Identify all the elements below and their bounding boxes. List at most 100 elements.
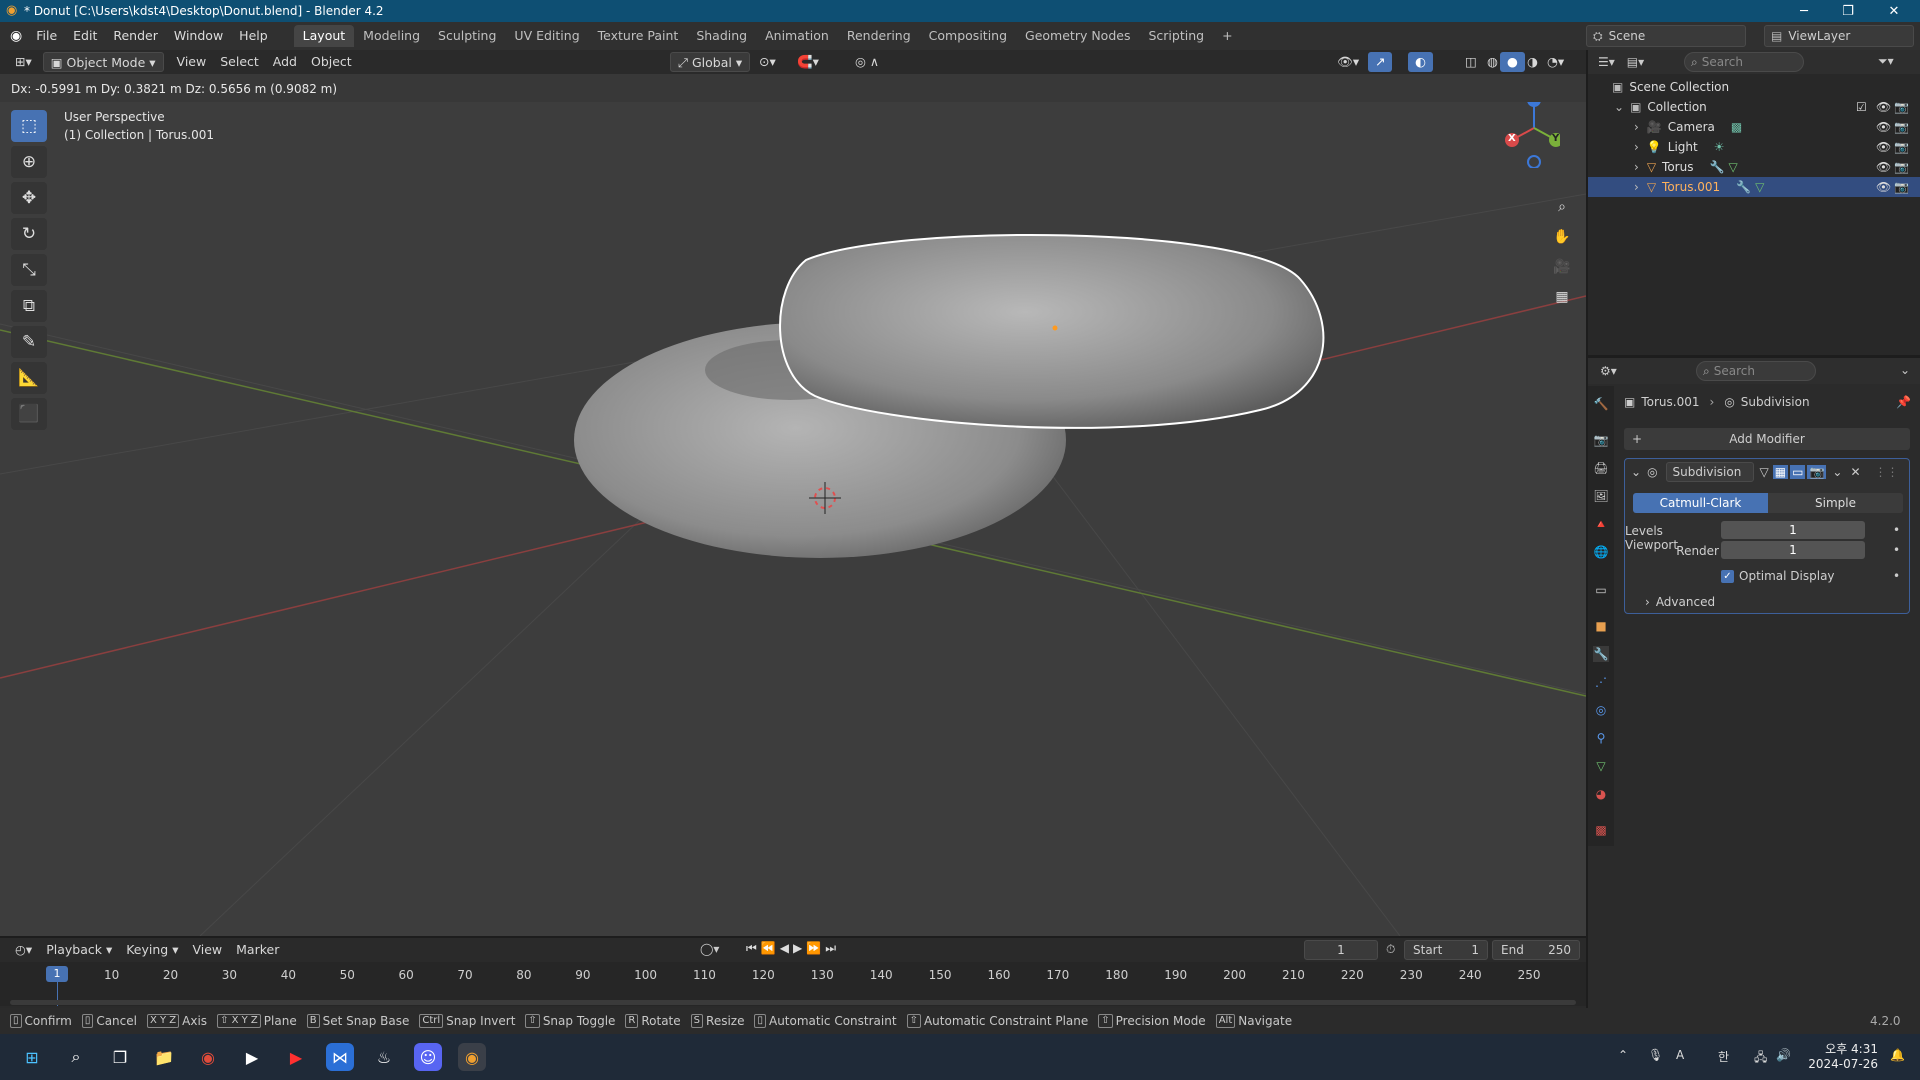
viewport-menu-add[interactable]: Add — [266, 52, 304, 72]
light-render-icon[interactable]: 📷 — [1894, 140, 1909, 154]
expand-arrow-icon[interactable]: › — [1634, 180, 1639, 194]
timeline-menu-view[interactable]: View — [185, 940, 229, 960]
add-modifier-button[interactable]: + Add Modifier — [1624, 428, 1910, 450]
task-view-icon[interactable]: ❐ — [106, 1043, 134, 1071]
physics-tab-icon[interactable]: ◎ — [1593, 702, 1609, 718]
display-mode-icon[interactable]: ▤▾ — [1627, 55, 1644, 69]
tab-modeling[interactable]: Modeling — [354, 25, 429, 47]
render-levels-field[interactable]: 1 — [1721, 541, 1865, 559]
gizmo-toggle-icon[interactable]: ↗ — [1368, 52, 1393, 72]
outliner-item-light[interactable]: › 💡 Light ☀ 👁 📷 — [1588, 137, 1920, 157]
remove-modifier-icon[interactable]: ✕ — [1850, 465, 1860, 479]
jump-end-icon[interactable]: ⏭ — [825, 941, 840, 955]
search-icon[interactable]: ⌕ — [62, 1043, 90, 1071]
youtube-music-icon[interactable]: ▶ — [282, 1043, 310, 1071]
menu-window[interactable]: Window — [166, 22, 231, 50]
collection-checkbox-icon[interactable]: ☑ — [1856, 100, 1867, 114]
keyframe-dot-icon[interactable]: • — [1893, 523, 1900, 537]
pivot-icon[interactable]: ⊙▾ — [752, 52, 783, 72]
volume-icon[interactable]: 🔊 — [1776, 1048, 1791, 1062]
tab-texture-paint[interactable]: Texture Paint — [589, 25, 688, 47]
add-workspace-button[interactable]: + — [1213, 25, 1241, 47]
modifier-name-field[interactable]: Subdivision — [1665, 462, 1754, 482]
clock-date[interactable]: 2024-07-26 — [1808, 1057, 1878, 1071]
viewlayer-selector[interactable]: ▤ ViewLayer — [1764, 25, 1914, 47]
blender-taskbar-icon[interactable]: ◉ — [458, 1043, 486, 1071]
overlay-toggle-icon[interactable]: ◐ — [1408, 52, 1433, 72]
viewport-menu-select[interactable]: Select — [213, 52, 266, 72]
play-icon[interactable]: ▶ — [793, 941, 806, 955]
input-lang-label[interactable]: A — [1676, 1048, 1684, 1062]
pin-icon[interactable]: 📌 — [1896, 395, 1911, 409]
tab-animation[interactable]: Animation — [756, 25, 838, 47]
viewport-menu-view[interactable]: View — [170, 52, 214, 72]
end-frame-field[interactable]: End 250 — [1492, 940, 1580, 960]
expand-chevron-icon[interactable]: ⌄ — [1614, 100, 1624, 114]
windows-start-icon[interactable]: ⊞ — [18, 1043, 46, 1071]
scene-selector[interactable]: ⛭ Scene — [1586, 25, 1746, 47]
stopwatch-icon[interactable]: ⏱ — [1386, 942, 1395, 957]
view-layer-tab-icon[interactable]: 🖼 — [1593, 488, 1609, 504]
properties-options-icon[interactable]: ⌄ — [1900, 363, 1910, 377]
network-icon[interactable]: 🖧 — [1754, 1048, 1767, 1069]
clock-time[interactable]: 오후 4:31 — [1812, 1040, 1878, 1057]
catmull-clark-button[interactable]: Catmull-Clark — [1633, 493, 1768, 513]
edit-mode-icon[interactable]: ▦ — [1772, 465, 1789, 479]
timeline-editor-icon[interactable]: ◴▾ — [8, 940, 39, 960]
render-modifier-icon[interactable]: 📷 — [1807, 465, 1827, 479]
steam-icon[interactable]: ♨ — [370, 1043, 398, 1071]
orientation-dropdown[interactable]: ⤢ Global ▾ — [670, 52, 751, 72]
camera-view-icon[interactable]: 🎥 — [1549, 254, 1575, 280]
add-cube-tool-icon[interactable]: ⬛ — [11, 398, 47, 430]
menu-render[interactable]: Render — [105, 22, 166, 50]
minimize-button[interactable]: ─ — [1782, 0, 1826, 22]
advanced-subpanel[interactable]: › Advanced — [1645, 593, 1715, 611]
visibility-icon[interactable]: 👁▾ — [1330, 52, 1366, 72]
menu-file[interactable]: File — [28, 22, 65, 50]
tab-scripting[interactable]: Scripting — [1139, 25, 1213, 47]
tab-compositing[interactable]: Compositing — [920, 25, 1016, 47]
move-tool-icon[interactable]: ✥ — [11, 182, 47, 214]
optimal-display-checkbox[interactable]: ✓ — [1721, 569, 1734, 583]
particles-tab-icon[interactable]: ⋰ — [1593, 674, 1609, 690]
torus-render-icon[interactable]: 📷 — [1894, 160, 1909, 174]
prev-key-icon[interactable]: ⏪ — [761, 941, 780, 955]
tab-rendering[interactable]: Rendering — [838, 25, 920, 47]
maximize-button[interactable]: ❐ — [1826, 0, 1870, 22]
keyframe-dot-icon[interactable]: • — [1893, 543, 1900, 557]
play-reverse-icon[interactable]: ◀ — [780, 941, 793, 955]
auto-keying-icon[interactable]: ◯▾ — [700, 942, 719, 956]
tab-geometry-nodes[interactable]: Geometry Nodes — [1016, 25, 1139, 47]
zoom-icon[interactable]: ⌕ — [1549, 194, 1575, 220]
collection-eye-icon[interactable]: 👁 — [1876, 100, 1891, 114]
torus-eye-icon[interactable]: 👁 — [1876, 160, 1891, 174]
timeline-menu-marker[interactable]: Marker — [229, 940, 286, 960]
file-explorer-icon[interactable]: 📁 — [150, 1043, 178, 1071]
drag-handle-icon[interactable]: ⋮⋮ — [1875, 465, 1899, 479]
output-tab-icon[interactable]: 🖨 — [1593, 460, 1609, 476]
discord-icon[interactable]: ☺ — [414, 1043, 442, 1071]
ortho-grid-icon[interactable]: ▦ — [1549, 284, 1575, 310]
tool-tab-icon[interactable]: 🔨 — [1593, 396, 1609, 412]
outliner-item-torus-001[interactable]: › ▽ Torus.001 🔧 ▽ 👁 📷 — [1588, 177, 1920, 197]
properties-search-input[interactable]: ⌕ Search — [1696, 361, 1816, 381]
viewport-menu-object[interactable]: Object — [304, 52, 359, 72]
notification-icon[interactable]: 🔔 — [1890, 1048, 1905, 1062]
realtime-icon[interactable]: ▭ — [1790, 465, 1806, 479]
outliner-search-input[interactable]: ⌕ Search — [1684, 52, 1804, 72]
rendered-shading-icon[interactable]: ◔▾ — [1540, 52, 1571, 72]
object-mode-dropdown[interactable]: ▣ Object Mode ▾ — [42, 52, 164, 72]
next-key-icon[interactable]: ⏩ — [806, 941, 825, 955]
rotate-tool-icon[interactable]: ↻ — [11, 218, 47, 250]
modifier-menu-icon[interactable]: ⌄ — [1832, 465, 1842, 479]
camera-eye-icon[interactable]: 👁 — [1876, 120, 1891, 134]
ime-label[interactable]: 한 — [1718, 1048, 1729, 1065]
close-button[interactable]: ✕ — [1872, 0, 1916, 22]
texture-tab-icon[interactable]: ▩ — [1593, 822, 1609, 838]
edit-cage-icon[interactable]: ▽ — [1760, 465, 1769, 479]
outliner-scene-collection[interactable]: ▣ Scene Collection — [1588, 77, 1920, 97]
timeline-menu-playback[interactable]: Playback ▾ — [39, 940, 119, 960]
current-frame-field[interactable]: 1 — [1304, 940, 1378, 960]
optimal-display-row[interactable]: ✓ Optimal Display • — [1721, 567, 1901, 585]
light-eye-icon[interactable]: 👁 — [1876, 140, 1891, 154]
